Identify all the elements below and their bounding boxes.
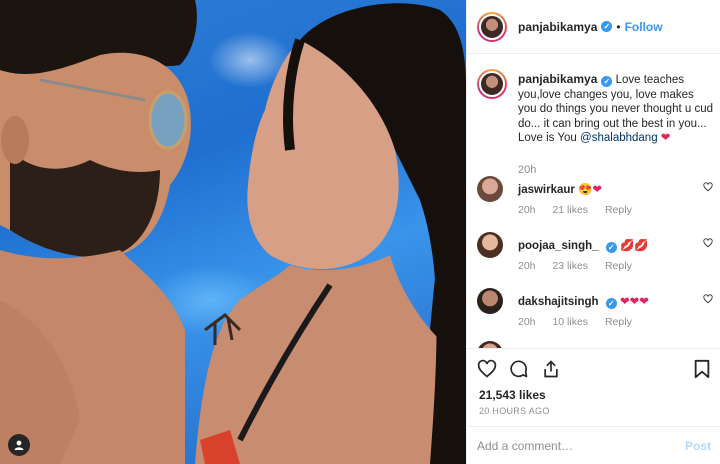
comment-meta: 20h 21 likes Reply [518, 204, 646, 216]
comment-username[interactable]: dakshajitsingh [518, 296, 599, 308]
caption-mention[interactable]: @shalabhdang [580, 132, 658, 144]
comment-item: poojaa_singh_ ✓ 💋💋 20h 23 likes Reply [477, 232, 713, 282]
post-header: panjabikamya ✓ • Follow [467, 0, 720, 54]
header-username[interactable]: panjabikamya [518, 20, 597, 34]
reply-button[interactable]: Reply [605, 260, 632, 272]
post-side-panel: panjabikamya ✓ • Follow panjabikamya ✓ Lo… [466, 0, 720, 464]
comment-likes[interactable]: 23 likes [552, 260, 588, 272]
comment-time[interactable]: 20h [518, 204, 536, 216]
comment-button[interactable] [509, 359, 529, 384]
comment-item: dakshajitsingh ✓ ❤❤❤ 20h 10 likes Reply [477, 288, 713, 338]
caption-username[interactable]: panjabikamya [518, 72, 597, 86]
comment-body: dakshajitsingh ✓ ❤❤❤ [518, 294, 649, 309]
user-tag-button[interactable] [8, 434, 30, 456]
heart-outline-icon[interactable] [703, 238, 713, 248]
comment-username[interactable]: jaswirkaur [518, 184, 575, 196]
heart-outline-icon [477, 359, 497, 378]
post-button[interactable]: Post [685, 439, 711, 453]
comment-input[interactable] [477, 438, 685, 453]
post-actions: 21,543 likes 20 HOURS AGO [467, 348, 720, 428]
bookmark-icon [694, 359, 710, 379]
comment-avatar[interactable] [477, 176, 503, 202]
comment-likes[interactable]: 10 likes [552, 316, 588, 328]
comment-item: jaswirkaur 😍❤ 20h 21 likes Reply [477, 176, 713, 226]
post-photo[interactable] [0, 0, 466, 464]
verified-icon: ✓ [601, 21, 613, 32]
post-timestamp[interactable]: 20 HOURS AGO [479, 406, 550, 416]
heart-outline-icon[interactable] [703, 182, 713, 192]
heart-outline-icon[interactable] [703, 294, 713, 304]
comment-avatar[interactable] [477, 288, 503, 314]
comment-avatar[interactable] [477, 341, 503, 348]
separator-dot: • [616, 19, 621, 34]
comment-body: jaswirkaur 😍❤ [518, 182, 602, 196]
caption-time[interactable]: 20h [518, 164, 536, 176]
comment-text: 😍❤ [578, 184, 603, 196]
avatar[interactable] [477, 11, 507, 42]
verified-icon: ✓ [601, 76, 613, 87]
photo-illustration [0, 0, 466, 464]
reply-button[interactable]: Reply [605, 204, 632, 216]
share-button[interactable] [541, 359, 561, 384]
verified-icon: ✓ [605, 298, 617, 309]
save-button[interactable] [693, 359, 711, 384]
reply-button[interactable]: Reply [605, 316, 632, 328]
comment-item: ikavitakaushik ✓ ❤👁 [477, 341, 713, 348]
like-button[interactable] [477, 359, 497, 384]
comment-avatar[interactable] [477, 232, 503, 258]
share-icon [544, 360, 558, 378]
comment-username[interactable]: poojaa_singh_ [518, 240, 599, 252]
comments-section[interactable]: panjabikamya ✓ Love teaches you,love chan… [467, 55, 720, 348]
add-comment-bar: Post [467, 426, 720, 464]
caption-avatar[interactable] [477, 69, 507, 99]
like-count[interactable]: 21,543 likes [479, 388, 546, 402]
comment-text: 💋💋 [619, 240, 649, 252]
speech-bubble-icon [510, 360, 528, 378]
action-icons [477, 359, 561, 384]
user-tag-icon [14, 440, 24, 450]
comment-body: poojaa_singh_ ✓ 💋💋 [518, 238, 649, 253]
comment-text: ❤❤❤ [619, 296, 649, 308]
comment-time[interactable]: 20h [518, 260, 536, 272]
comment-likes[interactable]: 21 likes [552, 204, 588, 216]
comment-meta: 20h 10 likes Reply [518, 316, 646, 328]
comment-meta: 20h 23 likes Reply [518, 260, 646, 272]
follow-button[interactable]: Follow [625, 20, 663, 34]
heart-emoji: ❤ [660, 132, 671, 144]
verified-icon: ✓ [605, 242, 617, 253]
caption-text: panjabikamya ✓ Love teaches you,love chan… [518, 72, 713, 146]
comment-time[interactable]: 20h [518, 316, 536, 328]
